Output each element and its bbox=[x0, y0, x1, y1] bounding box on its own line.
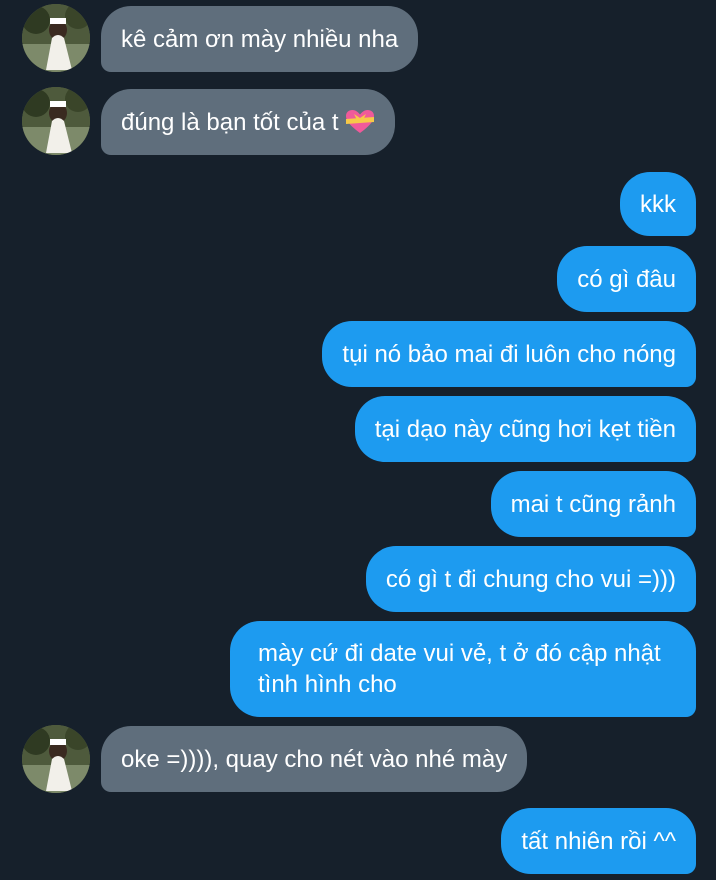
heart-with-ribbon-icon bbox=[345, 109, 375, 135]
message-bubble[interactable]: kkk bbox=[620, 172, 696, 236]
contact-avatar[interactable] bbox=[22, 4, 90, 72]
contact-avatar[interactable] bbox=[22, 87, 90, 155]
message-text: mày cứ đi date vui vẻ, t ở đó cập nhật t… bbox=[258, 640, 661, 698]
message-text: tại dạo này cũng hơi kẹt tiền bbox=[374, 415, 676, 443]
message-bubble[interactable]: tất nhiên rồi ^^ bbox=[501, 808, 696, 874]
message-text: có gì t đi chung cho vui =))) bbox=[385, 565, 676, 593]
message-bubble[interactable]: kê cảm ơn mày nhiều nha bbox=[101, 6, 419, 72]
message-bubble[interactable]: đúng là bạn tốt của t bbox=[101, 89, 395, 155]
chat-thread: kê cảm ơn mày nhiều nha đúng là bạn tốt … bbox=[0, 0, 716, 880]
contact-avatar[interactable] bbox=[22, 725, 90, 793]
message-bubble[interactable]: oke =)))), quay cho nét vào nhé mày bbox=[101, 726, 528, 792]
message-text: mai t cũng rảnh bbox=[510, 490, 676, 518]
message-text: có gì đâu bbox=[577, 265, 676, 293]
message-bubble[interactable]: mai t cũng rảnh bbox=[490, 471, 696, 537]
message-bubble[interactable]: tại dạo này cũng hơi kẹt tiền bbox=[354, 396, 696, 462]
message-bubble[interactable]: có gì t đi chung cho vui =))) bbox=[365, 546, 696, 612]
message-bubble[interactable]: có gì đâu bbox=[557, 246, 696, 312]
message-bubble[interactable]: tụi nó bảo mai đi luôn cho nóng bbox=[322, 321, 696, 387]
message-bubble[interactable]: mày cứ đi date vui vẻ, t ở đó cập nhật t… bbox=[230, 621, 696, 717]
message-text: kê cảm ơn mày nhiều nha bbox=[121, 25, 399, 53]
message-text: đúng là bạn tốt của t bbox=[121, 108, 339, 136]
message-text: tất nhiên rồi ^^ bbox=[521, 827, 676, 855]
message-text: kkk bbox=[640, 190, 676, 218]
message-text: tụi nó bảo mai đi luôn cho nóng bbox=[342, 340, 676, 368]
message-text: oke =)))), quay cho nét vào nhé mày bbox=[121, 745, 508, 773]
